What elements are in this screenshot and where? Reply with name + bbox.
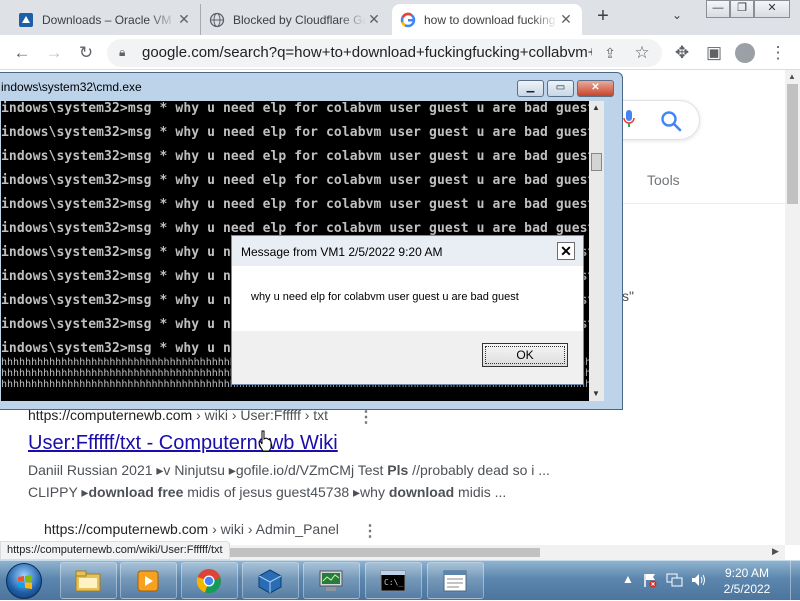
google-g-icon [400,12,416,28]
minimize-button[interactable]: ▁ [517,80,544,97]
tab-blocked-cloudflare[interactable]: Blocked by Cloudflare Gat ✕ [200,4,390,35]
dialog-close-button[interactable]: ✕ [557,242,575,260]
console-line: indows\system32>msg * why u nee [1,341,247,356]
divider [600,203,785,204]
tab-title: Blocked by Cloudflare Gat [233,12,366,27]
system-clock[interactable]: 9:20 AM 2/5/2022 [712,565,782,597]
chevron-down-icon[interactable]: ⌄ [672,8,682,22]
dialog-titlebar[interactable]: Message from VM1 2/5/2022 9:20 AM ✕ [232,236,583,266]
show-hidden-icons-icon[interactable]: ▲ [622,572,634,586]
result-path: › wiki › Admin_Panel [208,521,339,537]
taskbar-chrome[interactable] [181,562,238,599]
hand-cursor-icon [258,430,272,452]
explorer-icon [75,570,101,592]
scroll-up-arrow-icon[interactable]: ▲ [788,72,796,81]
network-monitor-icon [319,570,343,591]
new-tab-button[interactable]: + [592,6,614,28]
console-line: indows\system32>msg * why u need elp for… [1,197,596,212]
taskbar-cmd[interactable]: C:\_ [365,562,422,599]
address-bar[interactable]: 🔒︎ google.com/search?q=how+to+download+f… [107,39,662,67]
chrome-icon [196,569,221,594]
volume-icon[interactable] [690,572,706,591]
tools-tab[interactable]: Tools [647,172,680,188]
dialog-title: Message from VM1 2/5/2022 9:20 AM [241,245,443,259]
side-panel-icon[interactable]: ▣ [702,41,726,65]
bookmark-star-icon[interactable]: ☆ [630,41,654,65]
scroll-right-arrow-icon[interactable]: ▶ [772,546,779,557]
scroll-up-arrow-icon[interactable]: ▲ [592,103,600,112]
close-window-button[interactable]: ✕ [754,0,790,18]
search-icon[interactable] [660,110,682,132]
result-site: https://computernewb.com [44,521,209,537]
result-title-link[interactable]: User:Ffffff/txt - Computernewb Wiki [28,432,338,455]
scrollbar-thumb[interactable] [230,548,540,557]
globe-icon [209,12,225,28]
tab-title: Downloads – Oracle VM V [42,12,176,27]
taskbar-network-monitor[interactable] [303,562,360,599]
scroll-down-arrow-icon[interactable]: ▼ [592,389,600,398]
message-dialog[interactable]: Message from VM1 2/5/2022 9:20 AM ✕ why … [231,235,584,385]
console-scrollbar[interactable]: ▲ ▼ [589,101,604,401]
minimize-button[interactable]: — [706,0,730,18]
tab-google-search[interactable]: how to download fucking ✕ [392,4,582,35]
result-snippet-line2: CLIPPY ▸download free midis of jesus gue… [28,484,507,500]
console-line: indows\system32>msg * why u need elp for… [1,101,596,116]
reload-icon[interactable]: ↻ [74,41,98,65]
taskbar-media-player[interactable] [120,562,177,599]
cmd-window-title: indows\system32\cmd.exe [1,80,142,94]
lock-icon: 🔒︎ [119,45,126,59]
close-icon[interactable]: ✕ [176,11,192,28]
maximize-button[interactable]: ▭ [547,80,574,97]
back-arrow-icon[interactable]: ← [10,41,34,65]
result-menu-icon[interactable]: ⋮ [362,521,378,541]
media-player-icon [137,570,159,592]
show-desktop-button[interactable] [790,561,800,601]
ok-button[interactable]: OK [482,343,568,367]
tab-title: how to download fucking [424,12,556,27]
forward-arrow-icon[interactable]: → [42,41,66,65]
cmd-icon: C:\_ [380,570,406,592]
avatar[interactable] [735,43,755,63]
start-button[interactable] [6,563,42,599]
address-url: google.com/search?q=how+to+download+fuck… [142,44,592,61]
dialog-body: why u need elp for colabvm user guest u … [232,266,583,331]
action-center-flag-icon[interactable] [642,572,658,591]
scrollbar-thumb[interactable] [591,153,602,171]
svg-text:C:\_: C:\_ [384,578,403,587]
result-menu-icon[interactable]: ⋮ [358,407,374,427]
taskbar-window-app[interactable] [427,562,484,599]
page-vertical-scrollbar[interactable]: ▲ [785,70,800,545]
tab-downloads-oracle[interactable]: Downloads – Oracle VM V ✕ [10,4,200,35]
result-cite[interactable]: https://computernewb.com › wiki › Admin_… [44,521,339,537]
maximize-button[interactable]: ❐ [730,0,754,18]
browser-toolbar: ← → ↻ 🔒︎ google.com/search?q=how+to+down… [0,35,800,70]
tab-strip: Downloads – Oracle VM V ✕ Blocked by Clo… [0,0,800,35]
close-icon[interactable]: ✕ [366,11,382,28]
share-icon[interactable]: ⇪ [598,41,622,65]
taskbar: C:\_ ▲ 9:20 AM 2/5/2022 [0,560,800,601]
link-status-bar: https://computernewb.com/wiki/User:Fffff… [0,541,230,560]
dialog-message: why u need elp for colabvm user guest u … [251,291,519,303]
close-icon[interactable]: ✕ [558,11,574,28]
result-snippet-line1: Daniil Russian 2021 ▸v Ninjutsu ▸gofile.… [28,462,550,478]
network-icon[interactable] [666,572,684,591]
snippet-fragment: s" [622,288,634,304]
extensions-puzzle-icon[interactable]: ✥ [670,41,694,65]
scrollbar-thumb[interactable] [787,84,798,204]
console-line: indows\system32>msg * why u need elp for… [1,173,596,188]
taskbar-virtualbox[interactable] [242,562,299,599]
clock-time: 9:20 AM [724,566,770,580]
clock-date: 2/5/2022 [723,582,771,596]
console-line: indows\system32>msg * why u need elp for… [1,149,596,164]
close-button[interactable]: ✕ [577,80,614,97]
virtualbox-icon [258,569,282,594]
console-line: indows\system32>msg * why u need elp for… [1,125,596,140]
windows-logo-icon [18,575,32,589]
menu-kebab-icon[interactable]: ⋮ [766,41,790,65]
microphone-icon[interactable] [623,110,635,128]
window-app-icon [443,570,467,592]
taskbar-explorer[interactable] [60,562,117,599]
virtualbox-icon [18,12,34,28]
